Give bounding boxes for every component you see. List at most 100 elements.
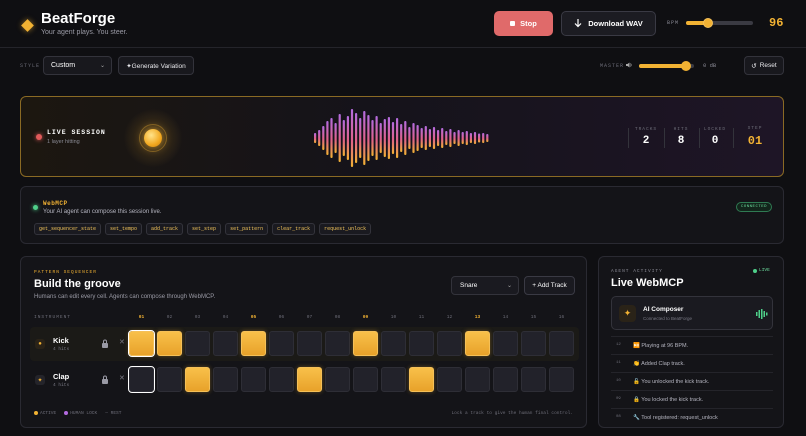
composer-name: AI Composer xyxy=(643,306,684,313)
connected-badge: CONNECTED xyxy=(736,202,772,212)
remove-track-icon[interactable]: ✕ xyxy=(119,374,125,382)
sequencer-subtitle: Humans can edit every cell. Agents can c… xyxy=(34,294,216,300)
bpm-slider-thumb[interactable] xyxy=(703,18,714,28)
activity-item: 11 👏 Added Clap track. xyxy=(611,354,773,374)
webmcp-subtitle: Your AI agent can compose this session l… xyxy=(43,209,162,215)
step-cell[interactable] xyxy=(241,331,266,356)
step-cell[interactable] xyxy=(325,331,350,356)
tool-chip[interactable]: set_pattern xyxy=(225,223,269,235)
step-cell[interactable] xyxy=(185,331,210,356)
ai-composer-panel: ✦ AI Composer Connected to BeatForge xyxy=(611,296,773,330)
step-cell[interactable] xyxy=(213,331,238,356)
add-track-button[interactable]: + Add Track xyxy=(524,276,575,295)
waveform-bar xyxy=(412,123,415,153)
step-cell[interactable] xyxy=(493,367,518,392)
instrument-header: INSTRUMENT xyxy=(34,315,72,320)
step-cell[interactable] xyxy=(185,367,210,392)
step-cell[interactable] xyxy=(437,331,462,356)
step-cell[interactable] xyxy=(549,367,574,392)
step-cell[interactable] xyxy=(437,367,462,392)
waveform-bar xyxy=(359,118,362,158)
generate-variation-button[interactable]: ✦Generate Variation xyxy=(118,56,194,75)
agent-activity-card: AGENT ACTIVITY Live WebMCP LIVE ✦ AI Com… xyxy=(598,256,784,428)
step-number: 08 xyxy=(334,315,341,320)
step-number: 06 xyxy=(278,315,285,320)
waveform-bar xyxy=(391,122,395,154)
bpm-value: 96 xyxy=(769,16,784,30)
step-cell[interactable] xyxy=(521,367,546,392)
step-cell[interactable] xyxy=(213,367,238,392)
sequencer-card: PATTERN SEQUENCER Build the groove Human… xyxy=(20,256,587,428)
sequencer-kicker: PATTERN SEQUENCER xyxy=(34,270,97,275)
step-number: 16 xyxy=(558,315,565,320)
reset-button[interactable]: ↺ Reset xyxy=(744,56,784,75)
master-volume-slider[interactable] xyxy=(639,61,694,71)
legend-human-lock: HUMAN LOCK xyxy=(64,411,97,416)
stop-button[interactable]: Stop xyxy=(494,11,553,36)
speaker-icon xyxy=(626,62,632,68)
track-hits: 4 hits xyxy=(53,383,70,388)
step-cell[interactable] xyxy=(549,331,574,356)
step-cell[interactable] xyxy=(353,331,378,356)
master-slider-thumb[interactable] xyxy=(680,61,691,71)
tool-chip[interactable]: set_tempo xyxy=(105,223,143,235)
tool-chip[interactable]: get_sequencer_state xyxy=(34,223,102,235)
tool-chip[interactable]: request_unlock xyxy=(319,223,372,235)
waveform-bar xyxy=(363,111,366,165)
waveform-bar xyxy=(437,130,440,146)
step-cell[interactable] xyxy=(128,366,155,393)
app-header: BeatForge Your agent plays. You steer. S… xyxy=(0,0,806,48)
step-cell[interactable] xyxy=(381,331,406,356)
step-cell[interactable] xyxy=(157,367,182,392)
live-indicator-icon xyxy=(36,134,42,140)
chevron-down-icon: ⌄ xyxy=(99,63,105,69)
waveform-bar xyxy=(314,133,317,143)
step-cell[interactable] xyxy=(493,331,518,356)
waveform-bar xyxy=(322,126,325,150)
step-cell[interactable] xyxy=(465,367,490,392)
step-cell[interactable] xyxy=(353,367,378,392)
track-type-select[interactable]: Snare ⌄ xyxy=(451,276,519,295)
lock-toggle-icon[interactable] xyxy=(101,375,109,384)
step-number: 13 xyxy=(474,315,481,320)
step-cell[interactable] xyxy=(465,331,490,356)
step-cell[interactable] xyxy=(128,330,155,357)
step-number: 01 xyxy=(138,315,145,320)
step-cell[interactable] xyxy=(241,367,266,392)
step-cell[interactable] xyxy=(381,367,406,392)
step-cell[interactable] xyxy=(269,331,294,356)
step-cell[interactable] xyxy=(297,367,322,392)
lock-toggle-icon[interactable] xyxy=(101,339,109,348)
step-cell[interactable] xyxy=(409,367,434,392)
waveform-bar xyxy=(330,118,333,158)
waveform-bar xyxy=(486,134,489,142)
app-title: BeatForge xyxy=(41,10,116,27)
step-cell[interactable] xyxy=(325,367,350,392)
waveform-visualizer xyxy=(314,109,489,167)
step-cell[interactable] xyxy=(409,331,434,356)
live-session-title: LIVE SESSION xyxy=(47,129,106,136)
activity-item: 08 🔧 Tool registered: request_unlock xyxy=(611,408,773,427)
step-cell[interactable] xyxy=(269,367,294,392)
step-cell[interactable] xyxy=(521,331,546,356)
step-cell[interactable] xyxy=(157,331,182,356)
waveform-bar xyxy=(408,127,411,149)
bpm-slider[interactable] xyxy=(686,18,753,28)
tool-list: get_sequencer_state set_tempo add_track set… xyxy=(34,223,372,235)
style-select[interactable]: Custom ⌄ xyxy=(43,56,112,75)
remove-track-icon[interactable]: ✕ xyxy=(119,338,125,346)
tool-chip[interactable]: set_step xyxy=(187,223,222,235)
activity-item: 12 ⏯️ Playing at 96 BPM. xyxy=(611,336,773,356)
logo-diamond-icon xyxy=(21,19,34,32)
activity-item: 10 🔓 You unlocked the kick track. xyxy=(611,372,773,392)
tool-chip[interactable]: clear_track xyxy=(272,223,316,235)
download-wav-button[interactable]: Download WAV xyxy=(561,11,656,36)
stat-hits: HITS 8 xyxy=(663,127,699,147)
tool-chip[interactable]: add_track xyxy=(146,223,184,235)
activity-time: 12 xyxy=(616,343,621,347)
master-label: MASTER xyxy=(600,63,625,69)
stat-locked: LOCKED 0 xyxy=(697,127,733,147)
step-cell[interactable] xyxy=(297,331,322,356)
waveform-bar xyxy=(432,127,436,149)
stat-hits-value: 8 xyxy=(677,135,685,147)
